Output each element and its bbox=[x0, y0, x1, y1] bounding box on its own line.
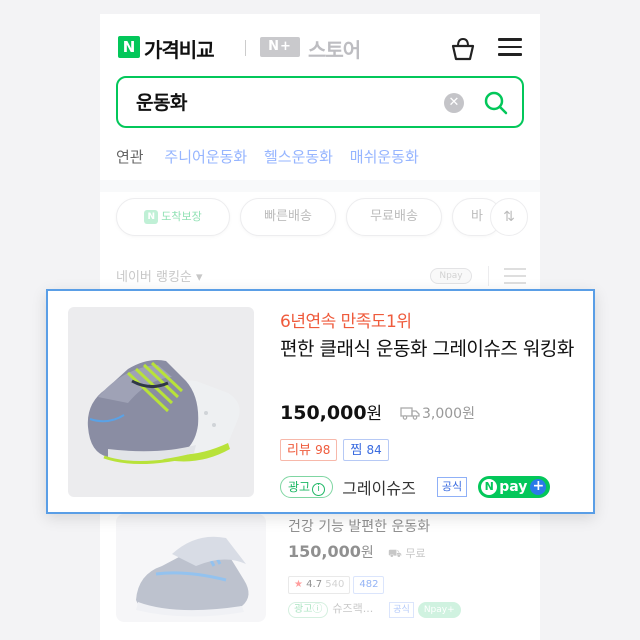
product-price: 150,000원 bbox=[280, 402, 383, 424]
hamburger-menu-icon[interactable] bbox=[498, 38, 522, 58]
header: N 가격비교 N+ 스토어 bbox=[100, 14, 540, 82]
featured-product-card[interactable]: 6년연속 만족도1위 편한 클래식 운동화 그레이슈즈 워킹화 150,000원… bbox=[46, 289, 595, 514]
npay-plus-badge: Npay + bbox=[478, 476, 551, 498]
plus-icon: + bbox=[530, 479, 547, 495]
search-input[interactable] bbox=[136, 90, 436, 112]
review-tag[interactable]: 리뷰 98 bbox=[280, 439, 338, 461]
official-badge: 공식 bbox=[436, 477, 468, 497]
related-keyword-1[interactable]: 주니어운동화 bbox=[164, 148, 247, 166]
search-icon[interactable] bbox=[482, 89, 510, 117]
promo-text: 6년연속 만족도1위 bbox=[280, 312, 412, 332]
product-tags: 리뷰 98 찜 84 bbox=[280, 439, 395, 461]
search-bar: ✕ bbox=[116, 76, 524, 128]
store-link[interactable]: 스토어 bbox=[308, 34, 361, 63]
info-icon[interactable]: i bbox=[312, 483, 326, 496]
related-keyword-3[interactable]: 매쉬운동화 bbox=[350, 148, 419, 166]
related-label: 연관 bbox=[116, 148, 144, 166]
product-title[interactable]: 편한 클래식 운동화 그레이슈즈 워킹화 bbox=[280, 335, 580, 363]
shipping-fee: 3,000원 bbox=[400, 403, 475, 424]
naver-logo[interactable]: N bbox=[118, 36, 140, 58]
price-compare-title[interactable]: 가격비교 bbox=[144, 34, 215, 63]
product-image[interactable] bbox=[68, 307, 254, 497]
wish-tag[interactable]: 찜 84 bbox=[343, 439, 389, 461]
related-keywords: 연관 주니어운동화 헬스운동화 매쉬운동화 bbox=[116, 146, 431, 170]
ad-badge[interactable]: 광고 i bbox=[280, 476, 334, 498]
shopping-basket-icon[interactable] bbox=[450, 36, 476, 62]
clear-search-icon[interactable]: ✕ bbox=[444, 93, 464, 113]
header-divider bbox=[245, 40, 246, 56]
npay-n-icon: N bbox=[481, 479, 498, 495]
nplus-logo[interactable]: N+ bbox=[260, 37, 300, 57]
mall-name[interactable]: 그레이슈즈 bbox=[342, 475, 416, 499]
truck-icon bbox=[400, 406, 420, 424]
related-keyword-2[interactable]: 헬스운동화 bbox=[264, 148, 333, 166]
product-meta: 광고 i 그레이슈즈 공식 Npay + bbox=[280, 475, 551, 499]
